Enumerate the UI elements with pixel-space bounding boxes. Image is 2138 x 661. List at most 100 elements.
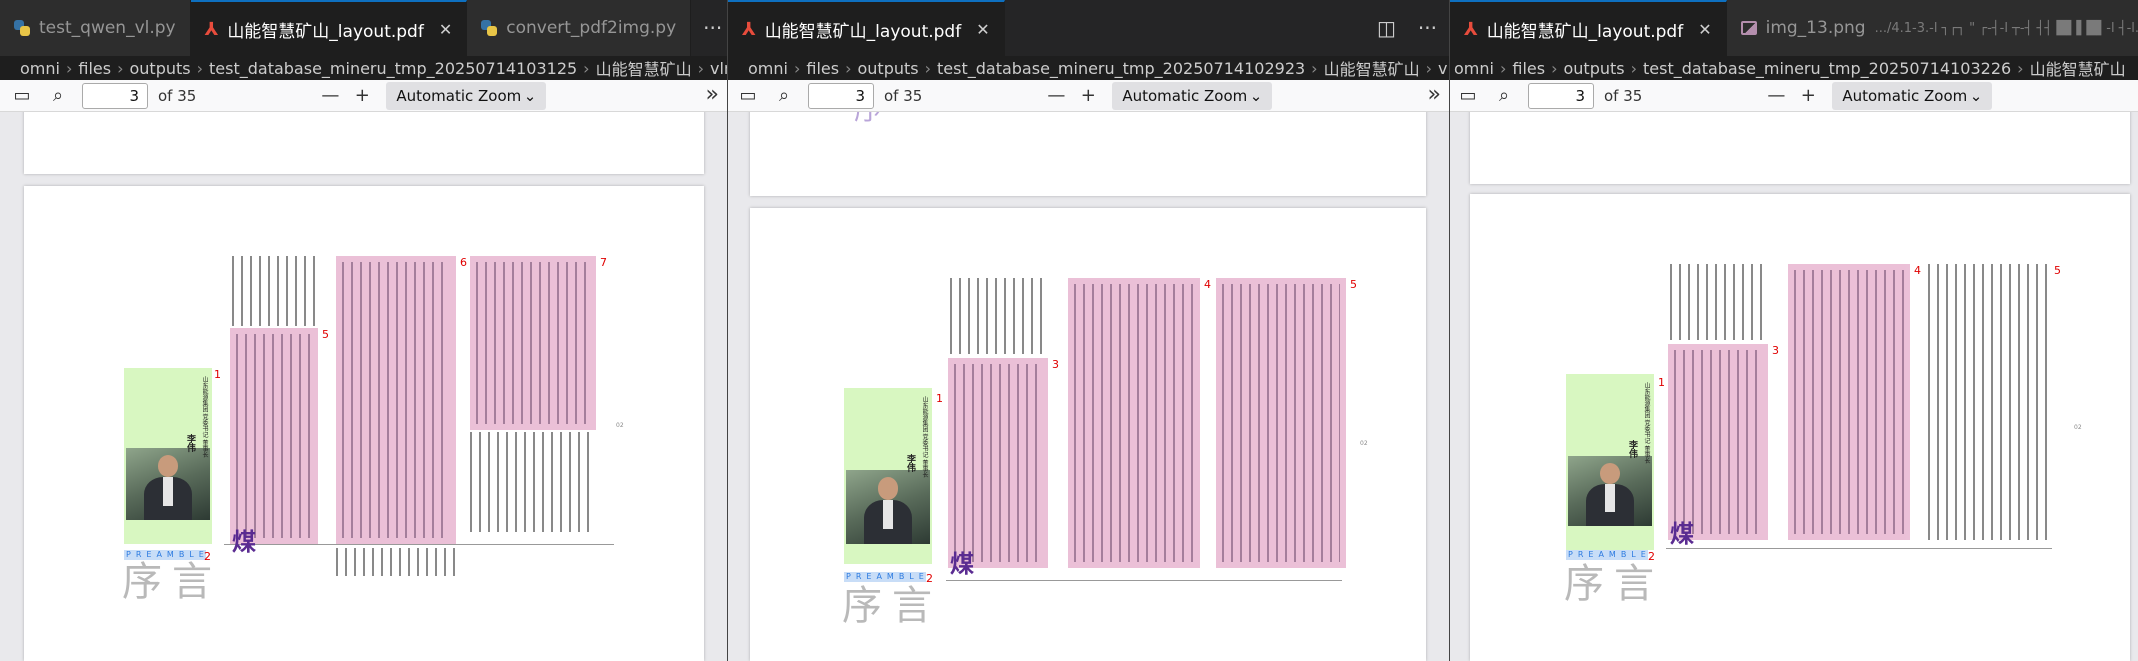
chevron-right-icon: ›	[117, 58, 124, 78]
zoom-out-icon[interactable]: —	[1042, 82, 1070, 110]
breadcrumb-item[interactable]: omni	[1454, 59, 1494, 78]
tab-layout-pdf[interactable]: ⅄ 山能智慧矿山_layout.pdf ✕	[190, 0, 468, 56]
zoom-out-icon[interactable]: —	[1762, 82, 1790, 110]
layout-box-4	[1068, 278, 1200, 568]
more-actions-icon[interactable]: ···	[1418, 16, 1437, 40]
tab-bar: ⅄ 山能智慧矿山_layout.pdf ✕ ◫ ···	[728, 0, 1449, 56]
chevron-right-icon: ›	[65, 58, 73, 78]
layout-box-7	[470, 256, 596, 430]
chevron-right-icon: ›	[196, 58, 203, 78]
title-char: 言	[172, 559, 212, 605]
zoom-select[interactable]: Automatic Zoom ⌄	[1112, 81, 1273, 110]
page-total: of 35	[1604, 86, 1643, 105]
breadcrumb: omni › files › outputs › test_database_mine…	[728, 56, 1449, 80]
close-icon[interactable]: ✕	[439, 20, 452, 39]
tools-menu-icon[interactable]: »	[706, 82, 719, 107]
breadcrumb-item[interactable]: test_database_mineru_tmp_20250714102923	[937, 59, 1305, 78]
coal-char: 煤	[950, 549, 974, 578]
chevron-right-icon: ›	[2017, 58, 2024, 78]
author-photo	[126, 448, 210, 520]
pdf-viewer[interactable]: 李伟 山东能源集团 党委书记 董事长 1 PREAMBLE 2 序 言 煤 3 …	[1450, 112, 2138, 661]
tab-convert-pdf2img[interactable]: convert_pdf2img.py	[467, 0, 692, 56]
editor-group-2: ⅄ 山能智慧矿山_layout.pdf ✕ ◫ ··· omni › files ›…	[727, 0, 1449, 661]
breadcrumb: omni › files › outputs › test_database_mine…	[0, 56, 727, 80]
pdf-toolbar: ▭ ⌕ of 35 — + Automatic Zoom ⌄	[1450, 80, 2138, 112]
title-char: 序	[1564, 561, 1604, 607]
pdf-viewer[interactable]: 序 李伟 山东能源集团 党委书记 董事长 1 PREAMBLE 2 序 言 煤 …	[728, 112, 1449, 661]
breadcrumb-item[interactable]: test_database_mineru_tmp_20250714103125	[209, 59, 577, 78]
divider	[1666, 548, 2052, 549]
tab-label: test_qwen_vl.py	[39, 18, 176, 38]
tab-img-13[interactable]: img_13.png .../4.1-3.-l ┐┌┐ " ┌-┤-l ┬-┤ …	[1726, 0, 2138, 56]
layout-label: 4	[1914, 264, 1921, 277]
image-file-icon	[1740, 21, 1757, 35]
breadcrumb-item[interactable]: 山能智慧矿山	[2030, 56, 2126, 80]
editor-group-1: test_qwen_vl.py ⅄ 山能智慧矿山_layout.pdf ✕ co…	[0, 0, 727, 661]
zoom-out-icon[interactable]: —	[316, 82, 344, 110]
breadcrumb-item[interactable]: test_database_mineru_tmp_20250714103226	[1643, 59, 2011, 78]
text-column	[1670, 264, 1768, 340]
chevron-right-icon: ›	[583, 58, 590, 78]
split-editor-icon[interactable]: ◫	[1377, 16, 1396, 40]
zoom-label: Automatic Zoom	[1842, 86, 1968, 105]
tab-bar: test_qwen_vl.py ⅄ 山能智慧矿山_layout.pdf ✕ co…	[0, 0, 727, 56]
breadcrumb-item[interactable]: vlm	[1438, 59, 1449, 78]
zoom-in-icon[interactable]: +	[1794, 82, 1822, 110]
zoom-in-icon[interactable]: +	[1074, 82, 1102, 110]
layout-label: 1	[214, 368, 221, 381]
chevron-right-icon: ›	[1311, 58, 1318, 78]
more-actions-icon[interactable]: ···	[691, 0, 727, 56]
close-icon[interactable]: ✕	[1698, 20, 1711, 39]
page-total: of 35	[158, 86, 197, 105]
breadcrumb-item[interactable]: outputs	[1563, 59, 1624, 78]
breadcrumb-item[interactable]: files	[78, 59, 111, 78]
breadcrumb-item[interactable]: outputs	[129, 59, 190, 78]
layout-label: 1	[1658, 376, 1665, 389]
tab-label: 山能智慧矿山_layout.pdf	[1486, 21, 1684, 42]
breadcrumb-item[interactable]: omni	[20, 59, 60, 78]
page-total: of 35	[884, 86, 923, 105]
breadcrumb-item[interactable]: files	[806, 59, 839, 78]
layout-label: 5	[322, 328, 329, 341]
chevron-down-icon: ⌄	[1249, 86, 1263, 105]
tab-label: img_13.png	[1765, 18, 1866, 38]
breadcrumb-item[interactable]: 山能智慧矿山	[596, 56, 692, 80]
tab-description: .../4.1-3.-l ┐┌┐ " ┌-┤-l ┬-┤ ┤┤ █▌▌█▌-l …	[1874, 20, 2138, 36]
breadcrumb-item[interactable]: vlm	[710, 59, 727, 78]
search-icon[interactable]: ⌕	[44, 82, 72, 110]
tab-test-qwen-vl[interactable]: test_qwen_vl.py	[0, 0, 191, 56]
pdf-file-icon: ⅄	[1464, 18, 1478, 40]
page-number-input[interactable]	[808, 82, 874, 109]
zoom-select[interactable]: Automatic Zoom ⌄	[386, 81, 547, 110]
page-number: 02	[616, 422, 624, 429]
page-number-input[interactable]	[1528, 82, 1594, 109]
editor-actions: ◫ ···	[1365, 0, 1449, 56]
breadcrumb-item[interactable]: outputs	[857, 59, 918, 78]
breadcrumb-item[interactable]: 山能智慧矿山	[1324, 56, 1420, 80]
pdf-viewer[interactable]: 李伟 山东能源集团 党委书记 董事长 1 PREAMBLE 2 序 言 煤 5 …	[0, 112, 727, 661]
search-icon[interactable]: ⌕	[770, 82, 798, 110]
search-icon[interactable]: ⌕	[1490, 82, 1518, 110]
sidebar-toggle-icon[interactable]: ▭	[8, 82, 36, 110]
pdf-page-2: 序	[750, 112, 1426, 196]
layout-label: 3	[1052, 358, 1059, 371]
zoom-select[interactable]: Automatic Zoom ⌄	[1832, 81, 1993, 110]
sidebar-toggle-icon[interactable]: ▭	[1454, 82, 1482, 110]
tab-label: 山能智慧矿山_layout.pdf	[227, 21, 424, 42]
zoom-in-icon[interactable]: +	[348, 82, 376, 110]
text-column	[470, 432, 596, 532]
coal-char: 煤	[232, 527, 256, 556]
layout-label: 4	[1204, 278, 1211, 291]
tools-menu-icon[interactable]: »	[1428, 82, 1441, 107]
breadcrumb-item[interactable]: omni	[748, 59, 788, 78]
layout-label: 5	[1350, 278, 1357, 291]
pdf-file-icon: ⅄	[742, 18, 756, 40]
preamble-text: PREAMBLE	[846, 572, 929, 581]
tab-layout-pdf[interactable]: ⅄ 山能智慧矿山_layout.pdf ✕	[728, 0, 1005, 56]
breadcrumb-item[interactable]: files	[1512, 59, 1545, 78]
page-number-input[interactable]	[82, 82, 148, 109]
sidebar-toggle-icon[interactable]: ▭	[734, 82, 762, 110]
pdf-page-3: 李伟 山东能源集团 党委书记 董事长 1 PREAMBLE 2 序 言 煤 5 …	[24, 186, 704, 661]
close-icon[interactable]: ✕	[976, 20, 989, 39]
tab-layout-pdf[interactable]: ⅄ 山能智慧矿山_layout.pdf ✕	[1450, 0, 1727, 56]
